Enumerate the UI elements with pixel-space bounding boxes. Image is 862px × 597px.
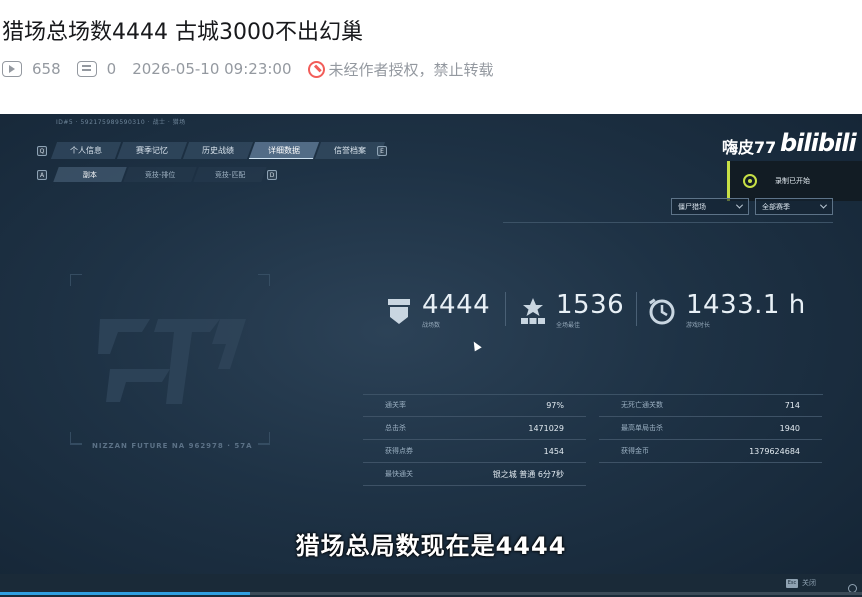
faction-emblem xyxy=(70,274,270,445)
game-top-info: ID#5 · 592175989590310 · 战士 · 猎场 xyxy=(56,119,186,126)
publish-datetime: 2026-05-10 09:23:00 xyxy=(132,60,292,78)
tab-personal-info[interactable]: 个人信息 xyxy=(50,142,122,159)
comment-count: 0 xyxy=(106,60,117,78)
clock-icon xyxy=(648,297,675,324)
tab-prev-key[interactable]: Q xyxy=(37,146,47,156)
game-subtabs: 副本 竞技-排位 竞技-匹配 xyxy=(53,167,267,182)
stat-row: 获得金币 1379624684 xyxy=(599,440,822,463)
star-podium-icon xyxy=(521,297,545,324)
stat-label: 战场数 xyxy=(422,322,441,329)
stat-value: 1433.1 h xyxy=(686,290,806,320)
subtab-next-key[interactable]: D xyxy=(267,170,277,180)
stat-key: 获得金币 xyxy=(621,447,649,455)
game-tabs: 个人信息 赛季记忆 历史战绩 详细数据 信誉档案 xyxy=(50,142,386,159)
divider xyxy=(505,292,506,326)
stats-left-column: 通关率 97% 总击杀 1471029 获得点券 1454 最快通关 银之城 普通 6分… xyxy=(363,394,586,486)
tab-credit-file[interactable]: 信誉档案 xyxy=(314,142,386,159)
video-player[interactable]: ID#5 · 592175989590310 · 战士 · 猎场 Q 个人信息 … xyxy=(0,114,862,597)
stat-key: 最快通关 xyxy=(385,470,413,478)
tab-next-key[interactable]: E xyxy=(377,146,387,156)
post-meta: 658 0 2026-05-10 09:23:00 未经作者授权，禁止转载 xyxy=(2,58,494,80)
video-progress-bar[interactable] xyxy=(0,592,862,595)
stat-val: 1454 xyxy=(543,446,564,456)
stat-val: 1471029 xyxy=(528,423,564,433)
stat-val: 1379624684 xyxy=(749,446,800,456)
view-count: 658 xyxy=(32,60,61,78)
season-select[interactable]: 全部赛季 xyxy=(755,198,833,215)
subtab-ranked[interactable]: 竞技-排位 xyxy=(123,167,197,182)
stat-key: 最高单局击杀 xyxy=(621,424,663,432)
mouse-cursor-icon xyxy=(470,339,482,352)
post-header: 猎场总场数4444 古城3000不出幻巢 658 0 2026-05-10 09… xyxy=(0,0,862,114)
stat-val: 97% xyxy=(546,400,564,410)
stats-right-column: 无死亡通关数 714 最高单局击杀 1940 获得金币 1379624684 xyxy=(599,394,822,463)
subtab-match[interactable]: 竞技-匹配 xyxy=(193,167,267,182)
streamer-name: 嗨皮77 xyxy=(722,138,777,157)
stat-row: 最高单局击杀 1940 xyxy=(599,417,822,440)
stat-key: 获得点券 xyxy=(385,447,413,455)
shield-icon xyxy=(388,298,410,324)
emblem-caption: NIZZAN FUTURE NA 962978 · 57A xyxy=(92,442,253,450)
subtab-dungeon[interactable]: 副本 xyxy=(53,167,127,182)
record-toast-text: 录制已开始 xyxy=(775,177,810,185)
stat-row: 无死亡通关数 714 xyxy=(599,394,822,417)
stat-label: 全场最佳 xyxy=(556,322,581,329)
close-hint-label: 关闭 xyxy=(802,579,816,587)
stat-val: 银之城 普通 6分7秒 xyxy=(492,469,564,479)
stat-key: 无死亡通关数 xyxy=(621,401,663,409)
stat-value: 1536 xyxy=(556,290,625,320)
esc-key-icon: Esc xyxy=(786,578,798,588)
divider xyxy=(503,222,833,223)
stat-row: 总击杀 1471029 xyxy=(363,417,586,440)
video-subtitle: 猎场总局数现在是4444 xyxy=(295,532,567,560)
tab-detailed-data[interactable]: 详细数据 xyxy=(248,142,320,159)
play-count-icon xyxy=(2,61,22,77)
stat-row: 获得点券 1454 xyxy=(363,440,586,463)
no-repost-icon xyxy=(307,60,325,78)
stat-val: 1940 xyxy=(779,423,800,433)
chevron-down-icon xyxy=(819,201,828,209)
stat-total-matches: 4444 战场数 xyxy=(386,292,490,329)
stat-play-time: 1433.1 h 游戏时长 xyxy=(648,292,806,329)
stat-key: 总击杀 xyxy=(385,424,406,432)
stat-mvp: 1536 全场最佳 xyxy=(520,292,624,329)
stat-val: 714 xyxy=(784,400,800,410)
subtab-prev-key[interactable]: A xyxy=(37,170,47,180)
stat-value: 4444 xyxy=(422,290,491,320)
stat-label: 游戏时长 xyxy=(686,322,711,329)
bilibili-logo: bilibili xyxy=(780,129,857,157)
copyright-notice: 未经作者授权，禁止转载 xyxy=(328,60,494,79)
mode-select-value: 僵尸猎场 xyxy=(678,202,706,211)
record-toast: 录制已开始 xyxy=(727,161,862,201)
divider xyxy=(636,292,637,326)
season-select-value: 全部赛季 xyxy=(762,202,790,211)
tab-history[interactable]: 历史战绩 xyxy=(182,142,254,159)
video-progress-fill xyxy=(0,592,250,595)
mode-select[interactable]: 僵尸猎场 xyxy=(671,198,749,215)
post-title: 猎场总场数4444 古城3000不出幻巢 xyxy=(2,20,363,45)
comment-icon xyxy=(76,61,97,77)
stat-row: 最快通关 银之城 普通 6分7秒 xyxy=(363,463,586,486)
close-hint[interactable]: Esc 关闭 xyxy=(786,578,816,588)
stat-row: 通关率 97% xyxy=(363,394,586,417)
record-icon xyxy=(743,174,757,188)
stat-key: 通关率 xyxy=(385,401,406,409)
chevron-down-icon xyxy=(735,201,744,209)
tab-season-memory[interactable]: 赛季记忆 xyxy=(116,142,188,159)
